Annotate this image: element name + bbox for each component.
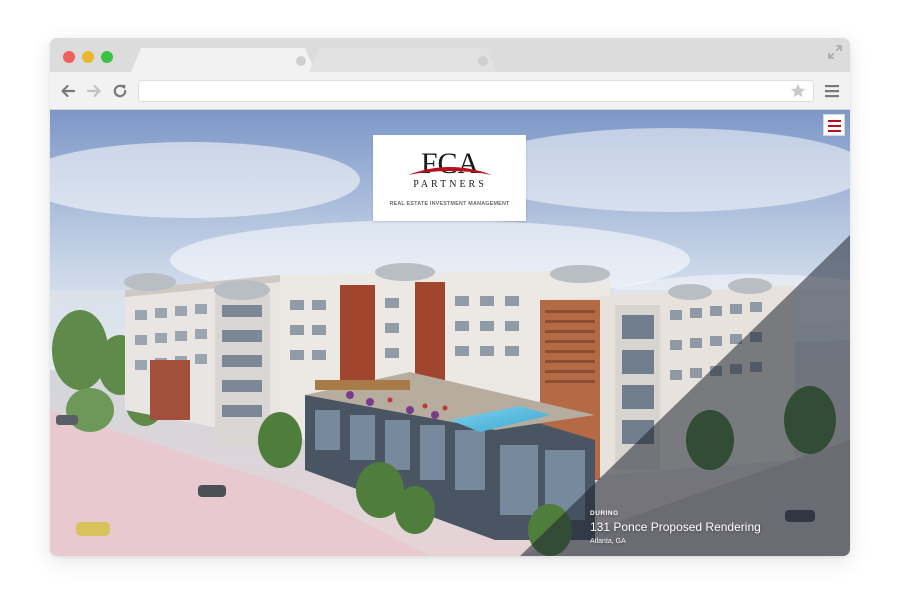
window-minimize-button[interactable] xyxy=(82,51,94,63)
hamburger-line xyxy=(828,130,841,132)
window-close-button[interactable] xyxy=(63,51,75,63)
browser-titlebar xyxy=(50,38,850,74)
slide-caption: DURING 131 Ponce Proposed Rendering Atla… xyxy=(590,510,761,545)
hamburger-menu-icon[interactable] xyxy=(823,114,845,136)
slide-location: Atlanta, GA xyxy=(590,538,626,545)
star-icon[interactable] xyxy=(789,82,807,100)
hamburger-line xyxy=(828,120,841,122)
address-bar-input[interactable] xyxy=(138,80,814,102)
slide-phase: DURING xyxy=(590,510,619,517)
logo-tagline: REAL ESTATE INVESTMENT MANAGEMENT xyxy=(389,201,510,207)
hamburger-line xyxy=(828,125,841,127)
tab-close-icon[interactable] xyxy=(478,56,488,66)
slide-title[interactable]: 131 Ponce Proposed Rendering xyxy=(590,520,761,534)
window-maximize-button[interactable] xyxy=(101,51,113,63)
tab-close-icon[interactable] xyxy=(296,56,306,66)
logo-brand-text: FCA xyxy=(421,147,480,180)
hamburger-icon[interactable] xyxy=(824,83,840,99)
arrow-right-icon[interactable] xyxy=(85,82,103,100)
browser-tab-active[interactable] xyxy=(130,48,316,74)
fca-logo-mark: FCA PARTNERS xyxy=(408,147,492,190)
site-logo[interactable]: FCA PARTNERS REAL ESTATE INVESTMENT MANA… xyxy=(373,135,526,221)
reload-icon[interactable] xyxy=(111,82,129,100)
arrow-left-icon[interactable] xyxy=(59,82,77,100)
browser-toolbar xyxy=(50,72,850,110)
logo-wordmark-text: PARTNERS xyxy=(413,179,487,190)
page-viewport: FCA PARTNERS REAL ESTATE INVESTMENT MANA… xyxy=(50,110,850,556)
expand-icon[interactable] xyxy=(828,45,842,59)
browser-tab-inactive[interactable] xyxy=(308,48,498,74)
browser-window: FCA PARTNERS REAL ESTATE INVESTMENT MANA… xyxy=(50,38,850,556)
